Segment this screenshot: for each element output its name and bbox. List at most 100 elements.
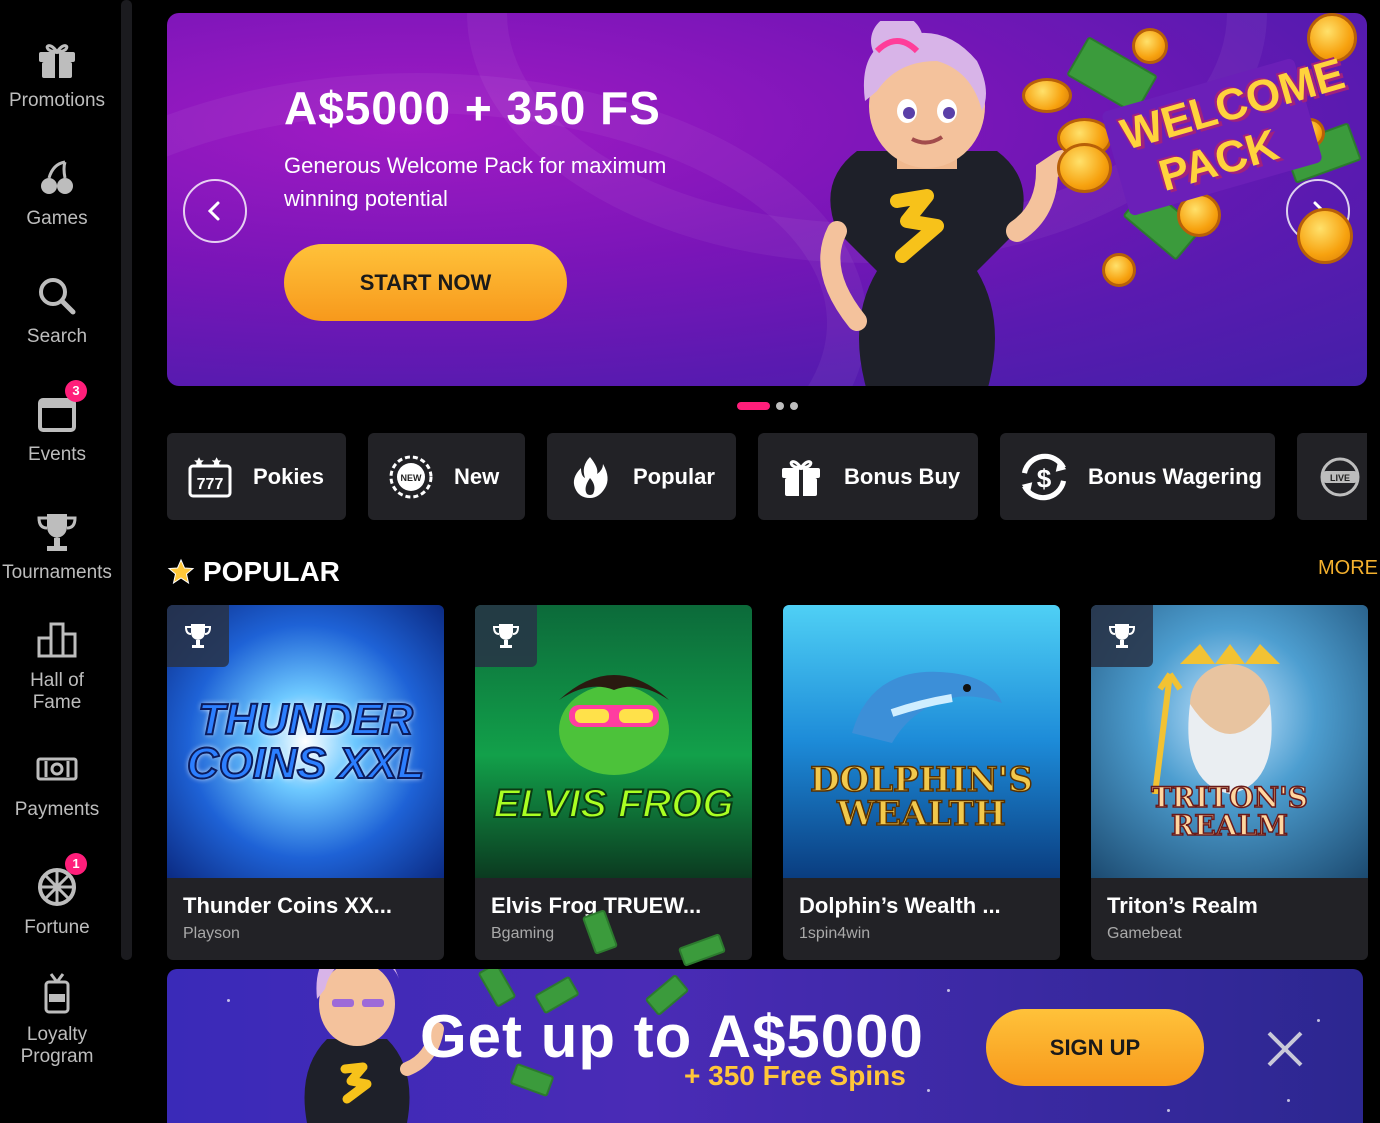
category-popular[interactable]: Popular — [547, 433, 736, 520]
sidebar-item-label: Promotions — [8, 90, 106, 111]
hero-mascot-illustration — [820, 21, 1073, 386]
sidebar-item-label: Fortune — [24, 917, 90, 938]
sidebar-item-fortune[interactable]: 1 Fortune — [0, 853, 114, 939]
category-label: Bonus Wagering — [1088, 463, 1262, 489]
sidebar-item-promotions[interactable]: Promotions — [0, 38, 114, 112]
signup-promo-banner: Get up to A$5000 + 350 Free Spins SIGN U… — [167, 969, 1363, 1123]
game-thumbnail[interactable]: DOLPHIN'S WEALTH — [783, 605, 1060, 878]
game-art-logo: THUNDER COINS XXL — [186, 694, 425, 788]
coin-decor — [1022, 78, 1072, 113]
more-link[interactable]: MORE — [1318, 557, 1378, 580]
wheel-icon: 1 — [35, 853, 87, 909]
new-badge-icon: NEW — [389, 455, 433, 498]
sparkle-decor — [947, 989, 950, 992]
fortune-badge: 1 — [65, 853, 87, 875]
gift-icon — [782, 459, 820, 496]
sidebar-item-label: Search — [26, 326, 88, 347]
hero-subtitle: Generous Welcome Pack for maximum winnin… — [284, 153, 667, 211]
sparkle-decor — [1167, 1109, 1170, 1112]
svg-text:777: 777 — [197, 476, 224, 493]
category-label: Pokies — [253, 463, 324, 489]
game-card-thunder-coins[interactable]: THUNDER COINS XXL Thunder Coins XX... Pl… — [167, 605, 444, 960]
popular-title-text: POPULAR — [203, 556, 340, 587]
coin-decor — [1057, 143, 1112, 193]
game-name: Triton’s Realm — [1107, 893, 1258, 918]
category-label: New — [454, 463, 500, 489]
popular-section-title: POPULAR — [167, 556, 340, 588]
category-bonus-wagering[interactable]: $ Bonus Wagering — [1000, 433, 1275, 520]
tournament-badge — [475, 605, 537, 667]
sidebar: Promotions Games Search 3 Events Tournam… — [0, 0, 118, 1123]
sidebar-scrollbar[interactable] — [121, 0, 132, 960]
fire-icon — [573, 456, 608, 498]
game-provider: Playson — [183, 925, 240, 942]
sidebar-item-label: Hall of Fame — [30, 670, 84, 713]
sidebar-item-hall-of-fame[interactable]: Hall of Fame — [0, 618, 114, 714]
sidebar-item-loyalty-program[interactable]: Loyalty Program — [0, 972, 114, 1068]
coin-decor — [1102, 253, 1136, 287]
category-label: Bonus Buy — [844, 463, 961, 489]
sidebar-item-label: Games — [26, 208, 88, 229]
sidebar-item-games[interactable]: Games — [0, 156, 114, 230]
category-new[interactable]: NEW New — [368, 433, 525, 520]
hero-prev-button[interactable] — [183, 179, 247, 243]
sidebar-item-label: Payments — [14, 799, 100, 820]
hero-banner: A$5000 + 350 FS Generous Welcome Pack fo… — [167, 13, 1367, 386]
slide-dot-active[interactable] — [737, 402, 770, 410]
sidebar-item-search[interactable]: Search — [0, 274, 114, 348]
coin-decor — [1297, 208, 1353, 264]
triton-illustration — [1151, 643, 1280, 794]
chevron-left-icon — [207, 201, 220, 221]
sidebar-item-label: Loyalty Program — [20, 1024, 94, 1067]
sparkle-decor — [1287, 1099, 1290, 1102]
game-name: Thunder Coins XX... — [183, 893, 393, 918]
sparkle-decor — [227, 999, 230, 1002]
category-label: Popular — [633, 463, 715, 489]
game-card-dolphins-wealth[interactable]: DOLPHIN'S WEALTH Dolphin’s Wealth ... 1s… — [783, 605, 1060, 960]
dollar-cycle-icon: $ — [1021, 453, 1067, 500]
trophy-icon — [184, 624, 212, 648]
tournament-badge — [167, 605, 229, 667]
tournament-badge — [1091, 605, 1153, 667]
sidebar-item-events[interactable]: 3 Events — [0, 380, 114, 466]
sidebar-item-payments[interactable]: Payments — [0, 747, 114, 821]
category-bonus-buy[interactable]: Bonus Buy — [758, 433, 978, 520]
frog-illustration — [558, 674, 669, 775]
game-art-logo: TRITON'S REALM — [1150, 780, 1308, 842]
trophy-icon — [1108, 624, 1136, 648]
podium-icon — [35, 618, 79, 662]
category-pokies[interactable]: 777 Pokies — [167, 433, 346, 520]
game-provider: Gamebeat — [1107, 925, 1182, 942]
sidebar-item-label: Tournaments — [2, 562, 112, 583]
star-icon — [167, 558, 195, 585]
trophy-icon — [35, 510, 79, 554]
vip-badge-icon — [35, 972, 79, 1016]
game-card-tritons-realm[interactable]: TRITON'S REALM Triton’s Realm Gamebeat — [1091, 605, 1368, 960]
sparkle-decor — [1317, 1019, 1320, 1022]
events-badge: 3 — [65, 380, 87, 402]
slide-dot[interactable] — [790, 402, 798, 410]
sign-up-button[interactable]: SIGN UP — [986, 1009, 1204, 1086]
sparkle-decor — [927, 1089, 930, 1092]
sidebar-item-label: Events — [27, 444, 87, 465]
calendar-icon: 3 — [35, 380, 87, 436]
start-now-button[interactable]: START NOW — [284, 244, 567, 321]
game-provider: 1spin4win — [799, 925, 871, 942]
game-name: Dolphin’s Wealth ... — [799, 893, 1001, 918]
coin-decor — [1132, 28, 1168, 64]
svg-text:$: $ — [1037, 463, 1052, 493]
close-icon[interactable] — [1265, 1029, 1305, 1069]
svg-text:LIVE: LIVE — [1330, 473, 1350, 483]
game-card-elvis-frog[interactable]: ELVIS FROG Elvis Frog TRUEW... Bgaming — [475, 605, 752, 960]
cash-icon — [35, 747, 79, 791]
sidebar-item-tournaments[interactable]: Tournaments — [0, 510, 114, 584]
game-provider: Bgaming — [491, 925, 555, 942]
game-art-logo: ELVIS FROG — [492, 781, 734, 826]
search-icon — [35, 274, 79, 318]
category-live[interactable]: LIVE — [1297, 433, 1367, 520]
gift-icon — [35, 38, 79, 82]
svg-text:NEW: NEW — [401, 473, 423, 483]
slide-dot[interactable] — [776, 402, 784, 410]
promo-subtitle: + 350 Free Spins — [684, 1060, 906, 1091]
hero-slide-indicator — [737, 402, 798, 410]
